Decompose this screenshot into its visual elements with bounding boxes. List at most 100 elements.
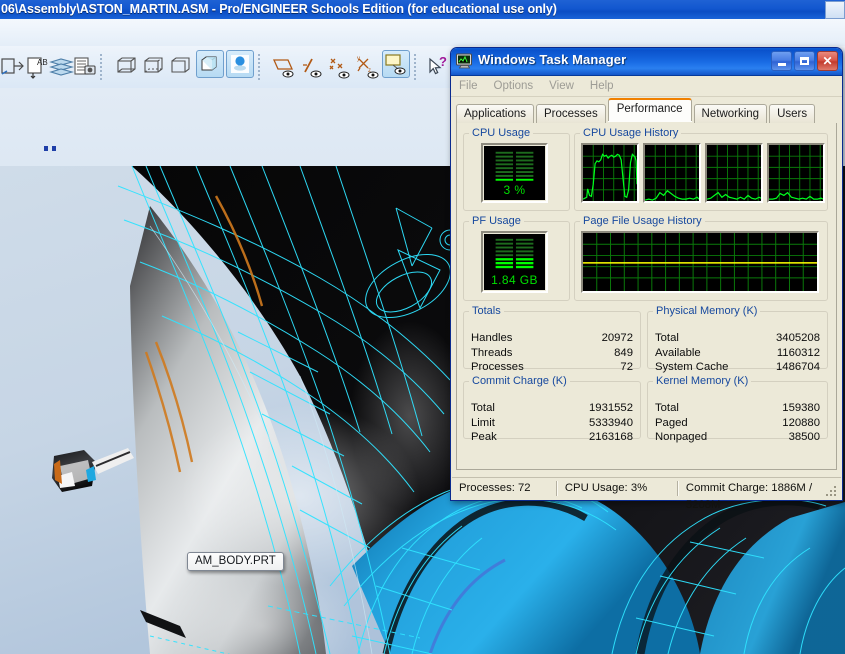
stat-value: 5333940 (589, 417, 633, 429)
stat-label: Available (655, 347, 701, 359)
tab-users[interactable]: Users (769, 104, 815, 124)
stat-label: Processes (471, 361, 524, 373)
physical-memory-list: Total 3405208 Available 1160312 System C… (648, 332, 827, 376)
note-display-button[interactable] (382, 50, 410, 78)
stat-row: Total 3405208 (648, 332, 827, 347)
wireframe-icon[interactable] (113, 52, 141, 82)
stat-row: Peak 2163168 (464, 431, 640, 446)
commit-charge-group: Commit Charge (K) Total 1931552 Limit 53… (463, 375, 641, 439)
stat-label: Limit (471, 417, 495, 429)
cpu-usage-value: 3 % (484, 183, 545, 197)
stat-value: 120880 (782, 417, 820, 429)
cpu-history-graph-1 (581, 143, 639, 203)
toolbar-separator (414, 54, 416, 80)
pf-history-label: Page File Usage History (580, 215, 705, 227)
stat-row: Limit 5333940 (464, 417, 640, 432)
stat-row: System Cache 1486704 (648, 361, 827, 376)
datum-plane-icon[interactable] (270, 52, 298, 82)
stat-label: Total (471, 402, 495, 414)
stat-label: Threads (471, 347, 512, 359)
stat-row: Available 1160312 (648, 347, 827, 362)
stat-row: Paged 120880 (648, 417, 827, 432)
stat-value: 1160312 (777, 347, 820, 359)
toolbar-separator (100, 54, 102, 80)
totals-label: Totals (469, 305, 504, 317)
proengineer-titlebar: 06\Assembly\ASTON_MARTIN.ASM - Pro/ENGIN… (0, 0, 845, 19)
cpu-history-graph-4 (767, 143, 825, 203)
help-pointer-icon[interactable]: ? (424, 52, 452, 82)
proengineer-title: 06\Assembly\ASTON_MARTIN.ASM - Pro/ENGIN… (0, 2, 557, 16)
svg-text:?: ? (439, 54, 447, 69)
proengineer-menubar (0, 19, 845, 47)
tab-strip: Applications Processes Performance Netwo… (451, 97, 842, 123)
totals-group: Totals Handles 20972 Threads 849 Process… (463, 305, 641, 369)
capture-icon[interactable] (72, 52, 100, 82)
totals-list: Handles 20972 Threads 849 Processes 72 (464, 332, 640, 376)
toolbar-separator (258, 54, 260, 80)
shaded-button[interactable] (196, 50, 224, 78)
task-manager-title: Windows Task Manager (478, 52, 626, 67)
resize-grip[interactable] (826, 485, 838, 497)
datum-csys-icon[interactable]: y z (354, 52, 382, 82)
stat-value: 1486704 (776, 361, 820, 373)
maximize-button[interactable] (794, 51, 815, 71)
task-manager-titlebar[interactable]: Windows Task Manager ✕ (451, 48, 842, 76)
minimize-button[interactable] (771, 51, 792, 71)
no-hidden-icon[interactable] (167, 52, 195, 82)
hidden-line-icon[interactable] (140, 52, 168, 82)
stat-row: Processes 72 (464, 361, 640, 376)
stat-value: 2163168 (589, 431, 633, 443)
stat-label: Handles (471, 332, 512, 344)
commit-charge-label: Commit Charge (K) (469, 375, 570, 387)
stat-label: Nonpaged (655, 431, 707, 443)
stat-value: 159380 (782, 402, 820, 414)
kernel-memory-group: Kernel Memory (K) Total 159380 Paged 120… (647, 375, 828, 439)
svg-text:y: y (357, 56, 360, 62)
datum-axis-icon[interactable] (298, 52, 326, 82)
part-name-tooltip: AM_BODY.PRT (187, 552, 284, 571)
status-processes: Processes: 72 (452, 480, 548, 497)
task-manager-icon (456, 53, 473, 69)
task-manager-window[interactable]: Windows Task Manager ✕ File Options View… (450, 47, 843, 501)
status-commit-charge: Commit Charge: 1886M / 5208M (679, 480, 841, 497)
stat-value: 3405208 (776, 332, 820, 344)
status-bar: Processes: 72 CPU Usage: 3% Commit Charg… (452, 477, 841, 499)
cpu-usage-gauge: 3 % (481, 143, 548, 203)
marker-dot (44, 146, 48, 151)
stat-row: Threads 849 (464, 347, 640, 362)
status-cpu-usage: CPU Usage: 3% (558, 480, 669, 497)
menu-help[interactable]: Help (590, 80, 614, 92)
stat-value: 72 (620, 361, 633, 373)
menu-file[interactable]: File (459, 80, 478, 92)
close-button[interactable]: ✕ (817, 51, 838, 71)
stat-label: System Cache (655, 361, 728, 373)
stat-label: Paged (655, 417, 688, 429)
stat-value: 1931552 (589, 402, 633, 414)
proengineer-window-button[interactable] (825, 1, 845, 19)
kernel-memory-label: Kernel Memory (K) (653, 375, 751, 387)
tab-applications[interactable]: Applications (456, 104, 534, 124)
menu-options[interactable]: Options (494, 80, 534, 92)
pf-usage-label: PF Usage (469, 215, 524, 227)
menu-view[interactable]: View (549, 80, 574, 92)
stat-row: Nonpaged 38500 (648, 431, 827, 446)
cpu-history-graph-2 (643, 143, 701, 203)
pf-usage-value: 1.84 GB (484, 273, 545, 287)
datum-point-icon[interactable] (326, 52, 354, 82)
cpu-history-label: CPU Usage History (580, 127, 681, 139)
stat-label: Total (655, 332, 679, 344)
svg-text:AB: AB (37, 58, 48, 67)
pf-history-graph (581, 231, 819, 293)
shaded-reflect-button[interactable] (226, 50, 254, 78)
pf-usage-gauge: 1.84 GB (481, 231, 548, 293)
tab-networking[interactable]: Networking (694, 104, 768, 124)
tab-performance[interactable]: Performance (608, 98, 692, 121)
physical-memory-group: Physical Memory (K) Total 3405208 Availa… (647, 305, 828, 369)
tab-processes[interactable]: Processes (536, 104, 606, 124)
stat-label: Peak (471, 431, 497, 443)
stat-value: 38500 (789, 431, 820, 443)
cpu-history-graph-3 (705, 143, 763, 203)
task-manager-menubar: File Options View Help (451, 76, 842, 97)
stat-value: 849 (614, 347, 633, 359)
stat-value: 20972 (602, 332, 633, 344)
